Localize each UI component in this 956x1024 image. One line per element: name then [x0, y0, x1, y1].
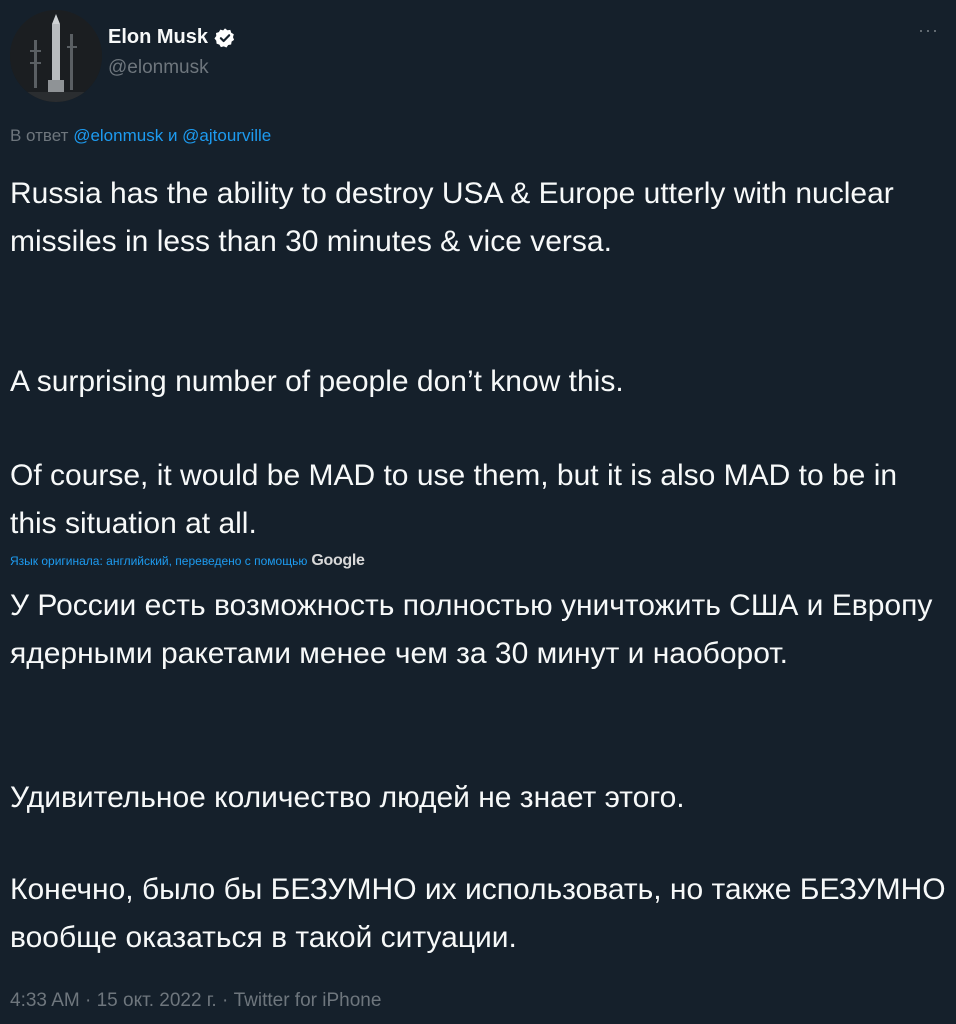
more-options-icon[interactable]: ··· [918, 20, 939, 41]
translated-text-paragraph-2: Удивительное количество людей не знает э… [10, 781, 685, 814]
author-display-name[interactable]: Elon Musk [108, 26, 208, 49]
author-handle[interactable]: @elonmusk [108, 57, 209, 79]
reply-mention-elonmusk[interactable]: @elonmusk [73, 126, 163, 145]
translated-text-paragraph-1: У России есть возможность полностью унич… [10, 589, 933, 670]
tweet-timestamp-source[interactable]: 4:33 AM · 15 окт. 2022 г. · Twitter for … [10, 990, 381, 1012]
reply-prefix: В ответ [10, 126, 69, 145]
tweet-text-paragraph-2: A surprising number of people don’t know… [10, 365, 624, 398]
author-name-row[interactable]: Elon Musk [108, 26, 236, 49]
translation-note-text[interactable]: Язык оригинала: английский, переведено с… [10, 554, 307, 568]
reply-context: В ответ @elonmusk и @ajtourville [10, 126, 271, 146]
reply-joiner: и [167, 126, 178, 145]
tweet-text-paragraph-3: Of course, it would be MAD to use them, … [10, 459, 898, 540]
rocket-image-icon [10, 10, 102, 102]
translation-attribution[interactable]: Язык оригинала: английский, переведено с… [10, 552, 365, 570]
translated-text-paragraph-3: Конечно, было бы БЕЗУМНО их использовать… [10, 873, 946, 954]
tweet: Elon Musk @elonmusk ··· В ответ @elonmus… [0, 0, 956, 1024]
avatar[interactable] [10, 10, 102, 102]
google-logo: Google [311, 552, 365, 569]
verified-badge-icon [214, 27, 235, 47]
tweet-text-paragraph-1: Russia has the ability to destroy USA & … [10, 177, 894, 258]
reply-mention-ajtourville[interactable]: @ajtourville [182, 126, 271, 145]
